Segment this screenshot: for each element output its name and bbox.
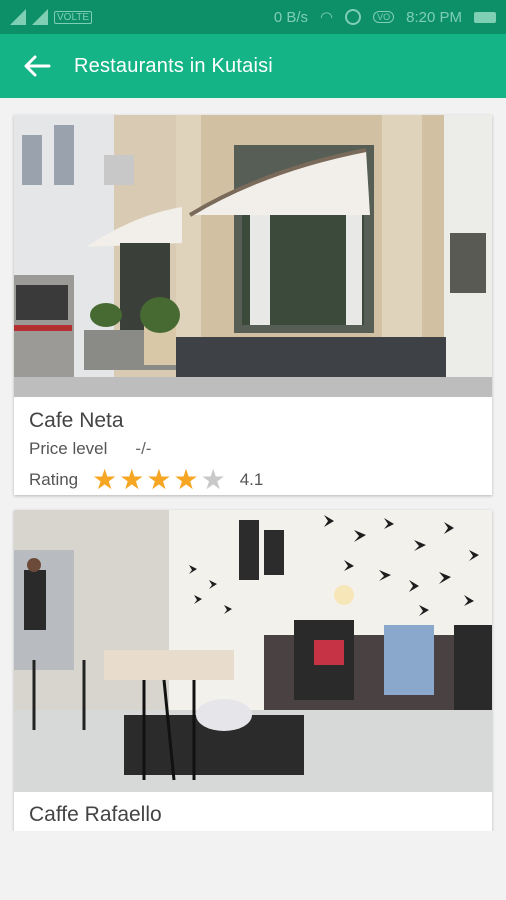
restaurant-name: Cafe Neta — [29, 409, 124, 432]
star-filled-icon: ★ — [92, 464, 118, 495]
page-title: Restaurants in Kutaisi — [74, 54, 273, 77]
hotspot-icon: ◠ — [320, 9, 334, 26]
app-bar: Restaurants in Kutaisi — [0, 34, 506, 98]
status-bar: VOLTE 0 B/s ◠ VO 8:20 PM — [0, 0, 506, 34]
star-filled-icon: ★ — [119, 464, 145, 495]
bottom-overlay — [0, 831, 506, 900]
arrow-left-icon — [24, 55, 51, 77]
battery-icon — [474, 11, 496, 23]
price-level-value: -/- — [135, 439, 152, 458]
signal-icon-2 — [32, 9, 48, 25]
rating-stars: ★ ★ ★ ★ ★ — [92, 466, 226, 494]
rating-label: Rating — [29, 470, 79, 489]
restaurant-card-cafe-neta[interactable]: Cafe Neta Price level -/- Rating ★ ★ ★ ★ ★ 4… — [14, 115, 492, 495]
star-filled-icon: ★ — [173, 464, 199, 495]
alarm-icon — [345, 9, 362, 25]
star-filled-icon: ★ — [146, 464, 172, 495]
volte-badge: VOLTE — [54, 10, 93, 24]
restaurant-photo — [14, 510, 492, 792]
rating-row: Rating ★ ★ ★ ★ ★ 4.1 — [29, 466, 263, 494]
signal-icon — [10, 9, 26, 25]
restaurant-name: Caffe Rafaello — [29, 803, 162, 826]
price-level-label: Price level — [29, 439, 108, 458]
rating-value: 4.1 — [239, 470, 264, 489]
price-level-row: Price level -/- — [29, 439, 151, 459]
restaurant-photo — [14, 115, 492, 397]
vo-badge: VO — [373, 11, 395, 23]
status-time: 8:20 PM — [406, 8, 462, 26]
network-speed: 0 B/s — [273, 8, 309, 26]
back-button[interactable] — [0, 34, 74, 98]
restaurant-card-caffe-rafaello[interactable]: Caffe Rafaello — [14, 510, 492, 840]
star-empty-icon: ★ — [200, 464, 226, 495]
